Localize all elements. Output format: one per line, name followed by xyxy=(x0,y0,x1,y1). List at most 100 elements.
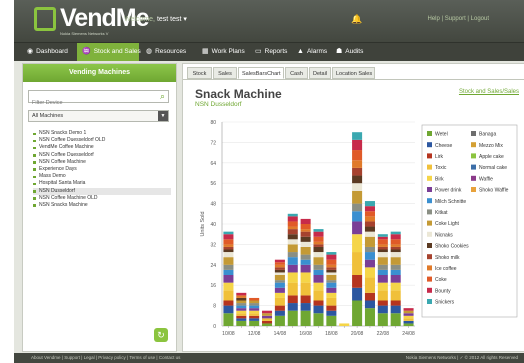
bar-segment xyxy=(262,313,273,316)
bar-segment xyxy=(390,246,401,250)
legend-swatch xyxy=(427,287,432,293)
search-icon[interactable]: ⌕ xyxy=(160,91,165,102)
bar-segment xyxy=(326,287,337,293)
bar-segment xyxy=(236,292,247,296)
bar-segment xyxy=(300,264,311,273)
device-list-item[interactable]: Hospital Santa Maria xyxy=(33,180,171,187)
vending-machines-panel: Vending Machines ⌕ All Machines ▼ NSN Sn… xyxy=(22,63,177,352)
bar-segment xyxy=(403,318,414,321)
bar-segment xyxy=(223,305,234,314)
nav-item-label: Audits xyxy=(345,48,364,55)
legend-label: Ice coffee xyxy=(435,266,457,272)
nav-item-dashboard[interactable]: ◉ Dashboard xyxy=(22,43,76,61)
user-dropdown-icon[interactable]: ▾ xyxy=(183,16,187,23)
top-links[interactable]: Help | Support | Logout xyxy=(428,16,490,22)
bar-segment xyxy=(287,239,298,245)
bar-segment xyxy=(364,201,375,207)
device-list-item[interactable]: Experience Days xyxy=(33,166,171,173)
tab-cash[interactable]: Cash xyxy=(285,67,308,79)
bar-segment xyxy=(377,246,388,250)
legend-swatch xyxy=(427,299,432,304)
legend-swatch xyxy=(427,220,432,226)
stock-sales-link[interactable]: Stock and Sales/Sales xyxy=(459,89,519,95)
legend-swatch xyxy=(471,131,476,136)
bar-segment xyxy=(300,224,311,230)
legend-label: Shoko milk xyxy=(435,255,460,261)
bar-segment xyxy=(223,282,234,291)
nav-item-resources[interactable]: ◍ Resources xyxy=(141,43,195,61)
bar-segment xyxy=(352,132,363,140)
bar-segment xyxy=(236,308,247,311)
bar-segment xyxy=(236,305,247,309)
nav-item-stock-and-sales[interactable]: ♒ Stock and Sales xyxy=(77,43,141,61)
legend-label: Nicnaks xyxy=(435,232,453,238)
legend-label: Apple cake xyxy=(479,154,504,160)
nav-item-reports[interactable]: ▭ Reports xyxy=(250,43,290,61)
bar-segment xyxy=(313,313,324,326)
page-title: Snack Machine xyxy=(195,87,282,101)
tab-stock[interactable]: Stock xyxy=(187,67,212,79)
bar-segment xyxy=(313,300,324,306)
bar-segment xyxy=(364,221,375,227)
device-list-item[interactable]: NSN Snacks Demo 1 xyxy=(33,130,171,137)
bar-segment xyxy=(390,257,401,265)
device-list-item[interactable]: NSN Coffee Duesseldorf OLD xyxy=(33,137,171,144)
bar-segment xyxy=(300,282,311,296)
filter-device-input[interactable] xyxy=(29,97,145,109)
nav-item-work-plans[interactable]: ▦ Work Plans xyxy=(197,43,249,61)
tab-salesbarschart[interactable]: SalesBarsChart xyxy=(238,67,284,79)
device-list-item[interactable]: NSN Coffee Machine OLD xyxy=(33,195,171,202)
footer-links[interactable]: About Vendme | Support | Legal | Privacy… xyxy=(31,353,180,363)
user-menu[interactable]: test test xyxy=(157,16,182,23)
bar-segment xyxy=(352,183,363,191)
nav-item-audits[interactable]: ☗ Audits xyxy=(331,43,367,61)
bar-segment xyxy=(403,310,414,314)
device-list-item[interactable]: NSN Snacks Machine xyxy=(33,202,171,209)
bar-segment xyxy=(403,308,414,311)
bar-segment xyxy=(339,323,350,326)
bar-segment xyxy=(287,216,298,222)
bar-segment xyxy=(287,303,298,311)
bar-segment xyxy=(262,320,273,324)
device-list-item[interactable]: NSN Coffee Machine xyxy=(33,159,171,166)
bar-segment xyxy=(364,259,375,268)
bar-segment xyxy=(223,269,234,275)
bullet-icon xyxy=(33,139,36,143)
bar-segment xyxy=(313,229,324,232)
bullet-icon xyxy=(33,182,36,186)
notification-bell-icon[interactable]: 🔔 xyxy=(351,14,362,25)
bar-segment xyxy=(313,305,324,314)
bar-segment xyxy=(326,269,337,273)
bar-segment xyxy=(287,234,298,240)
bar-segment xyxy=(223,290,234,301)
tab-detail[interactable]: Detail xyxy=(309,67,331,79)
bar-segment xyxy=(390,290,401,301)
bar-segment xyxy=(326,272,337,275)
refresh-button[interactable]: ↻ xyxy=(154,328,168,342)
bar-segment xyxy=(287,282,298,296)
eye-icon: ◉ xyxy=(27,48,34,55)
tab-sales[interactable]: Sales xyxy=(213,67,237,79)
bar-segment xyxy=(377,290,388,301)
globe-icon: ◍ xyxy=(146,48,153,55)
main-content: Stock Sales SalesBarsChart Cash Detail Locati… xyxy=(182,63,524,352)
device-list-item[interactable]: NSN Coffee Duesseldorf xyxy=(33,152,171,159)
y-tick-label: 80 xyxy=(210,120,216,126)
device-list-item[interactable]: VendMe Coffee Machine xyxy=(33,144,171,151)
bar-segment xyxy=(390,249,401,253)
bar-segment xyxy=(326,259,337,265)
nav-item-alarms[interactable]: ▲ Alarms xyxy=(292,43,330,61)
filter-device-field[interactable]: ⌕ xyxy=(28,90,169,109)
tab-location-sales[interactable]: Location Sales xyxy=(332,67,375,79)
bar-segment xyxy=(326,267,337,270)
device-list-item[interactable]: NSN Dusseldorf xyxy=(33,187,171,195)
bar-segment xyxy=(249,305,260,309)
machine-select[interactable]: All Machines ▼ xyxy=(28,110,169,122)
bar-segment xyxy=(352,300,363,326)
device-list-item[interactable]: Mass Demo xyxy=(33,173,171,180)
bar-segment xyxy=(274,275,285,281)
chevron-down-icon[interactable]: ▼ xyxy=(158,111,168,121)
legend-label: Waffle xyxy=(479,176,493,182)
device-name: NSN Coffee Duesseldorf OLD xyxy=(39,137,106,144)
bar-segment xyxy=(300,259,311,265)
